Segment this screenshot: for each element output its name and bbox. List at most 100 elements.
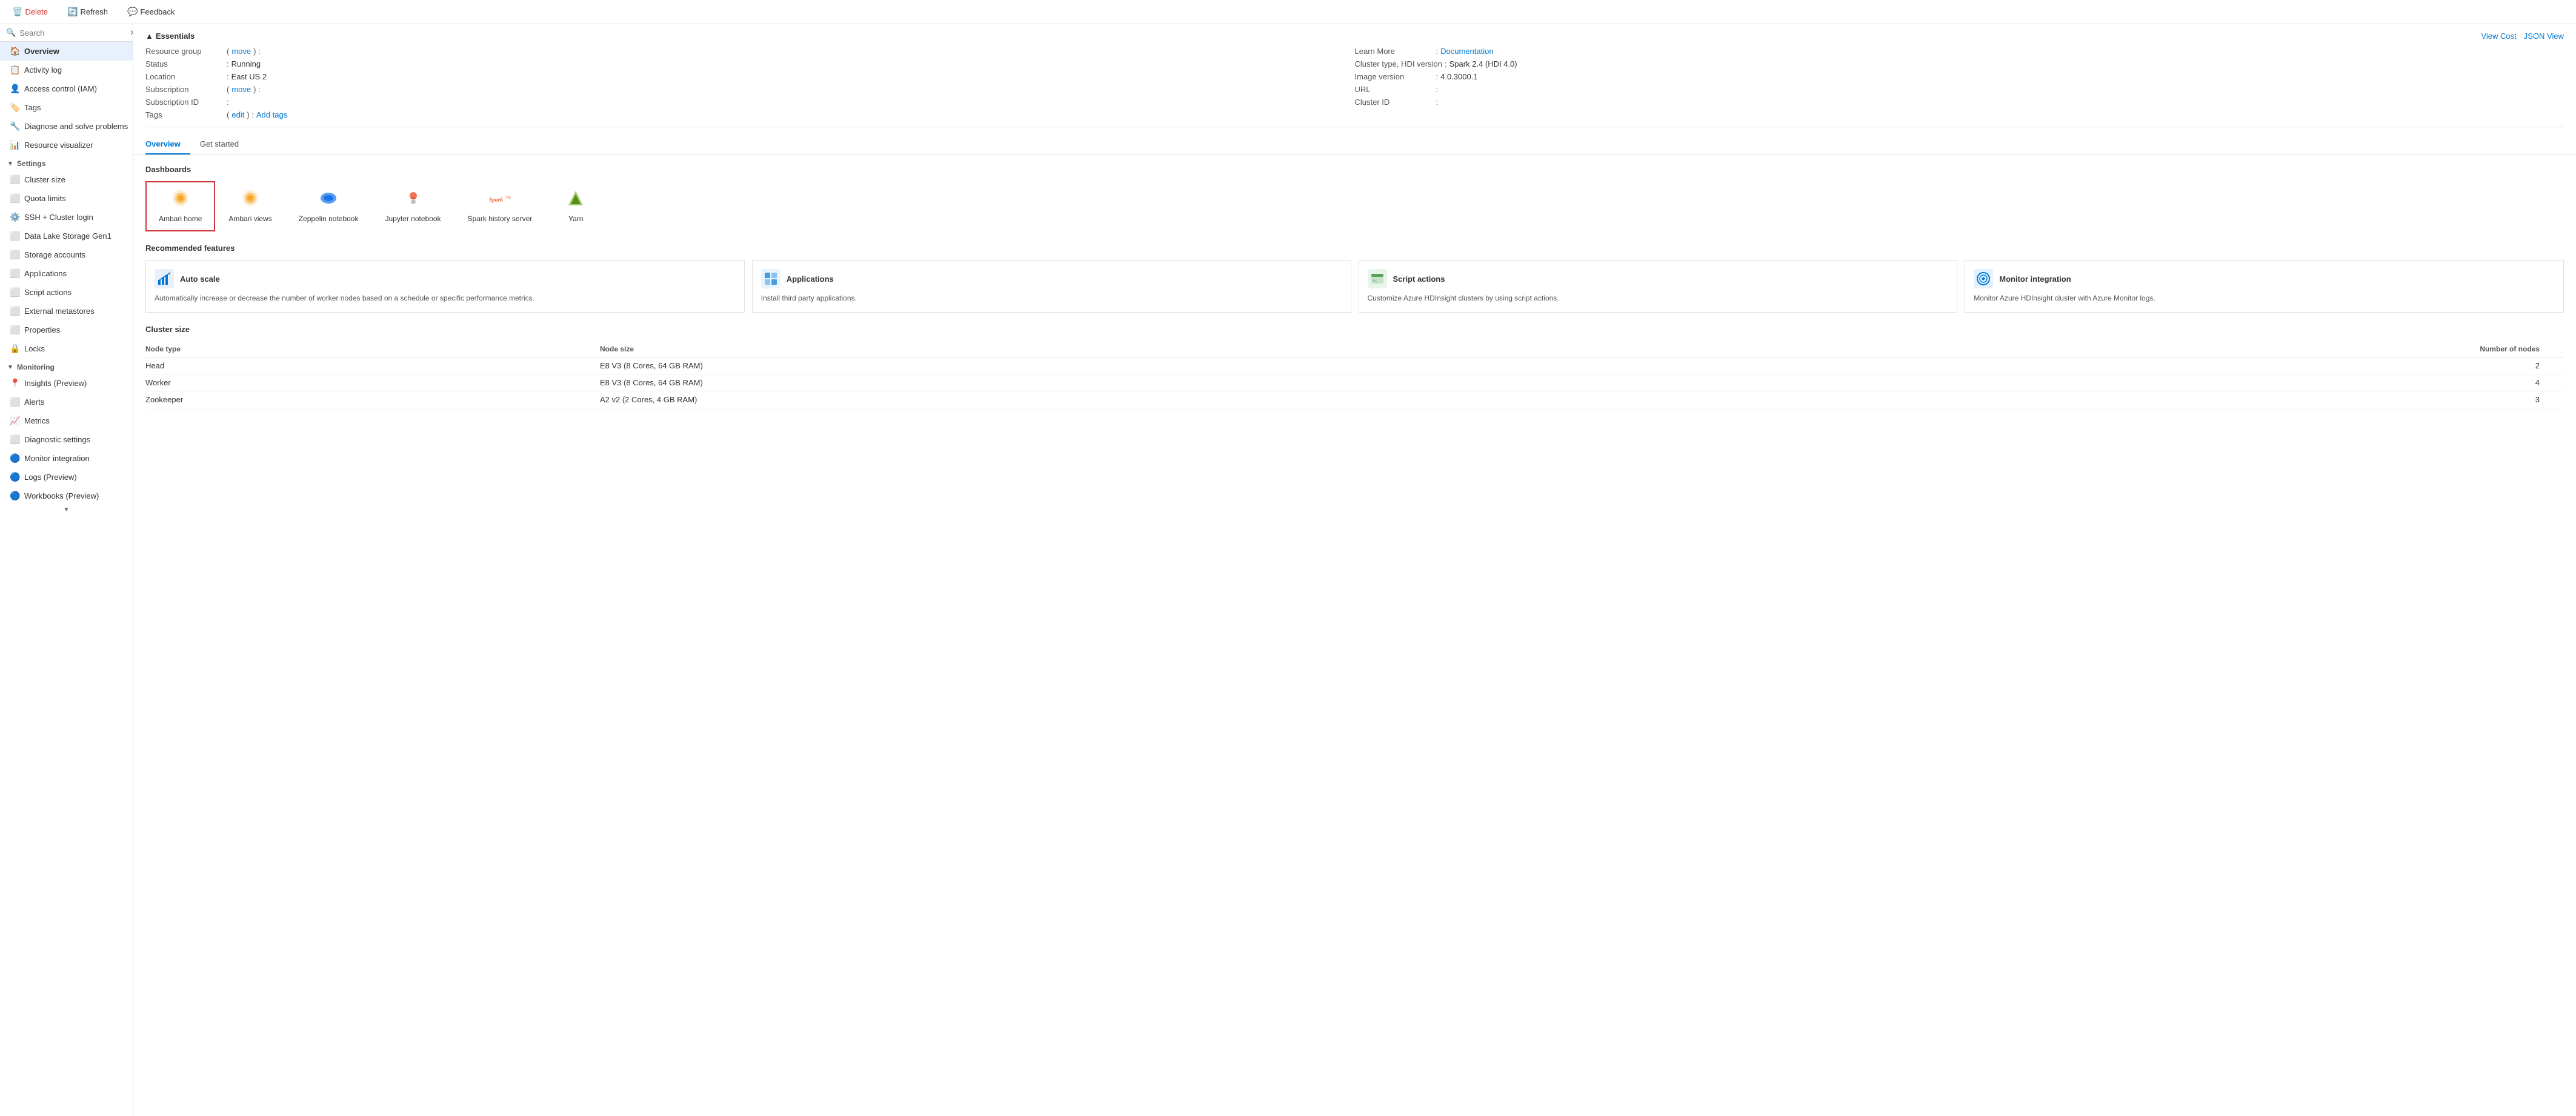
sidebar-item-properties[interactable]: ⬜ Properties	[0, 321, 133, 339]
feature-card-monitor-integration[interactable]: Monitor integration Monitor Azure HDInsi…	[1965, 260, 2564, 313]
essentials-cluster-id-row: Cluster ID :	[1355, 98, 2564, 107]
diagnostic-settings-icon: ⬜	[10, 434, 19, 445]
essentials-resource-group-row: Resource group (move) :	[145, 47, 1355, 56]
dashboard-spark-history[interactable]: Spark TM Spark history server	[454, 181, 546, 231]
essentials-status-row: Status : Running	[145, 59, 1355, 68]
table-row: Worker E8 V3 (8 Cores, 64 GB RAM) 4	[145, 374, 2564, 391]
col-num-nodes: Number of nodes	[1714, 341, 2564, 357]
applications-card-icon	[761, 269, 780, 288]
toolbar: 🗑️ Delete 🔄 Refresh 💬 Feedback	[0, 0, 2576, 24]
applications-header: Applications	[761, 269, 1342, 288]
table-row: Zookeeper A2 v2 (2 Cores, 4 GB RAM) 3	[145, 391, 2564, 408]
resource-visualizer-icon: 📊	[10, 140, 19, 150]
essentials-chevron-icon: ▲	[145, 32, 153, 41]
row-zookeeper-nodes: 3	[1714, 391, 2564, 408]
dashboard-jupyter[interactable]: Jupyter notebook	[371, 181, 454, 231]
sidebar-item-access-control[interactable]: 👤 Access control (IAM)	[0, 79, 133, 98]
sidebar-item-applications[interactable]: ⬜ Applications	[0, 264, 133, 283]
sidebar-item-external-metastores[interactable]: ⬜ External metastores	[0, 302, 133, 321]
tags-edit-link[interactable]: edit	[231, 110, 244, 119]
documentation-link[interactable]: Documentation	[1440, 47, 1493, 56]
overview-content: Dashboards Ambari home	[133, 155, 2576, 418]
essentials-url-row: URL :	[1355, 85, 2564, 94]
sidebar-item-cluster-size[interactable]: ⬜ Cluster size	[0, 170, 133, 189]
activity-log-icon: 📋	[10, 65, 19, 75]
tab-get-started[interactable]: Get started	[200, 135, 248, 154]
sidebar-item-metrics[interactable]: 📈 Metrics	[0, 411, 133, 430]
sidebar-item-insights[interactable]: 📍 Insights (Preview)	[0, 374, 133, 393]
data-lake-icon: ⬜	[10, 231, 19, 241]
sidebar-item-ssh-login[interactable]: ⚙️ SSH + Cluster login	[0, 208, 133, 227]
feature-card-script-actions[interactable]: >_ Script actions Customize Azure HDInsi…	[1359, 260, 1958, 313]
sidebar-item-diagnostic-settings[interactable]: ⬜ Diagnostic settings	[0, 430, 133, 449]
sidebar-item-quota-limits[interactable]: ⬜ Quota limits	[0, 189, 133, 208]
monitoring-section-header[interactable]: ▼ Monitoring	[0, 358, 133, 374]
sidebar-item-monitor-integration[interactable]: 🔵 Monitor integration	[0, 449, 133, 468]
tags-icon: 🏷️	[10, 102, 19, 113]
essentials-image-version-row: Image version : 4.0.3000.1	[1355, 72, 2564, 81]
script-actions-card-icon: >_	[1368, 269, 1387, 288]
settings-section-header[interactable]: ▼ Settings	[0, 154, 133, 170]
subscription-move-link[interactable]: move	[231, 85, 251, 94]
essentials-cluster-type-row: Cluster type, HDI version : Spark 2.4 (H…	[1355, 59, 2564, 68]
sidebar-item-resource-visualizer[interactable]: 📊 Resource visualizer	[0, 136, 133, 154]
yarn-icon	[567, 190, 584, 211]
storage-accounts-icon: ⬜	[10, 250, 19, 260]
feature-card-applications[interactable]: Applications Install third party applica…	[752, 260, 1351, 313]
search-input[interactable]	[19, 28, 126, 38]
sidebar-item-data-lake[interactable]: ⬜ Data Lake Storage Gen1	[0, 227, 133, 245]
essentials-subscription-row: Subscription (move) :	[145, 85, 1355, 94]
sidebar-item-logs[interactable]: 🔵 Logs (Preview)	[0, 468, 133, 487]
access-control-icon: 👤	[10, 84, 19, 94]
sidebar-item-locks[interactable]: 🔒 Locks	[0, 339, 133, 358]
sidebar-search-container: 🔍 ✕ ◀	[0, 24, 133, 42]
auto-scale-header: Auto scale	[155, 269, 736, 288]
sidebar-item-overview[interactable]: 🏠 Overview	[0, 42, 133, 61]
essentials-actions: View Cost JSON View	[2481, 32, 2564, 41]
dashboards-list: Ambari home Ambari views	[145, 181, 2564, 231]
ssh-icon: ⚙️	[10, 212, 19, 222]
json-view-link[interactable]: JSON View	[2524, 32, 2564, 41]
sidebar-item-diagnose[interactable]: 🔧 Diagnose and solve problems	[0, 117, 133, 136]
delete-button[interactable]: 🗑️ Delete	[7, 4, 53, 19]
applications-icon: ⬜	[10, 268, 19, 279]
sidebar-item-script-actions[interactable]: ⬜ Script actions	[0, 283, 133, 302]
row-zookeeper-size: A2 v2 (2 Cores, 4 GB RAM)	[600, 391, 1714, 408]
row-worker-type: Worker	[145, 374, 600, 391]
dashboard-ambari-views[interactable]: Ambari views	[215, 181, 285, 231]
row-worker-size: E8 V3 (8 Cores, 64 GB RAM)	[600, 374, 1714, 391]
essentials-section: ▲ Essentials View Cost JSON View Resourc…	[133, 24, 2576, 127]
sidebar-item-tags[interactable]: 🏷️ Tags	[0, 98, 133, 117]
sidebar-item-alerts[interactable]: ⬜ Alerts	[0, 393, 133, 411]
table-row: Head E8 V3 (8 Cores, 64 GB RAM) 2	[145, 357, 2564, 374]
recommended-features-list: Auto scale Automatically increase or dec…	[145, 260, 2564, 313]
dashboard-ambari-home[interactable]: Ambari home	[145, 181, 215, 231]
view-cost-link[interactable]: View Cost	[2481, 32, 2516, 41]
ambari-views-icon	[242, 190, 259, 211]
dashboard-yarn[interactable]: Yarn	[545, 181, 606, 231]
recommended-title: Recommended features	[145, 244, 2564, 253]
tab-overview[interactable]: Overview	[145, 135, 190, 154]
sidebar: 🔍 ✕ ◀ 🏠 Overview 📋 Activity log 👤 Access…	[0, 24, 133, 1116]
essentials-location-row: Location : East US 2	[145, 72, 1355, 81]
add-tags-link[interactable]: Add tags	[256, 110, 287, 119]
feedback-button[interactable]: 💬 Feedback	[122, 4, 180, 19]
locks-icon: 🔒	[10, 344, 19, 354]
sidebar-scroll-down[interactable]: ▼	[0, 505, 133, 514]
essentials-title: ▲ Essentials	[145, 32, 195, 41]
alerts-icon: ⬜	[10, 397, 19, 407]
feature-card-auto-scale[interactable]: Auto scale Automatically increase or dec…	[145, 260, 745, 313]
resource-group-move-link[interactable]: move	[231, 47, 251, 56]
svg-text:>_: >_	[1373, 279, 1378, 283]
ambari-home-icon	[172, 190, 189, 211]
col-node-type: Node type	[145, 341, 600, 357]
sidebar-item-activity-log[interactable]: 📋 Activity log	[0, 61, 133, 79]
script-actions-header: >_ Script actions	[1368, 269, 1949, 288]
zeppelin-icon	[320, 190, 337, 211]
sidebar-item-workbooks[interactable]: 🔵 Workbooks (Preview)	[0, 487, 133, 505]
sidebar-item-storage-accounts[interactable]: ⬜ Storage accounts	[0, 245, 133, 264]
monitoring-chevron-icon: ▼	[7, 364, 13, 371]
essentials-learn-more-row: Learn More : Documentation	[1355, 47, 2564, 56]
dashboard-zeppelin[interactable]: Zeppelin notebook	[285, 181, 372, 231]
refresh-button[interactable]: 🔄 Refresh	[62, 4, 113, 19]
